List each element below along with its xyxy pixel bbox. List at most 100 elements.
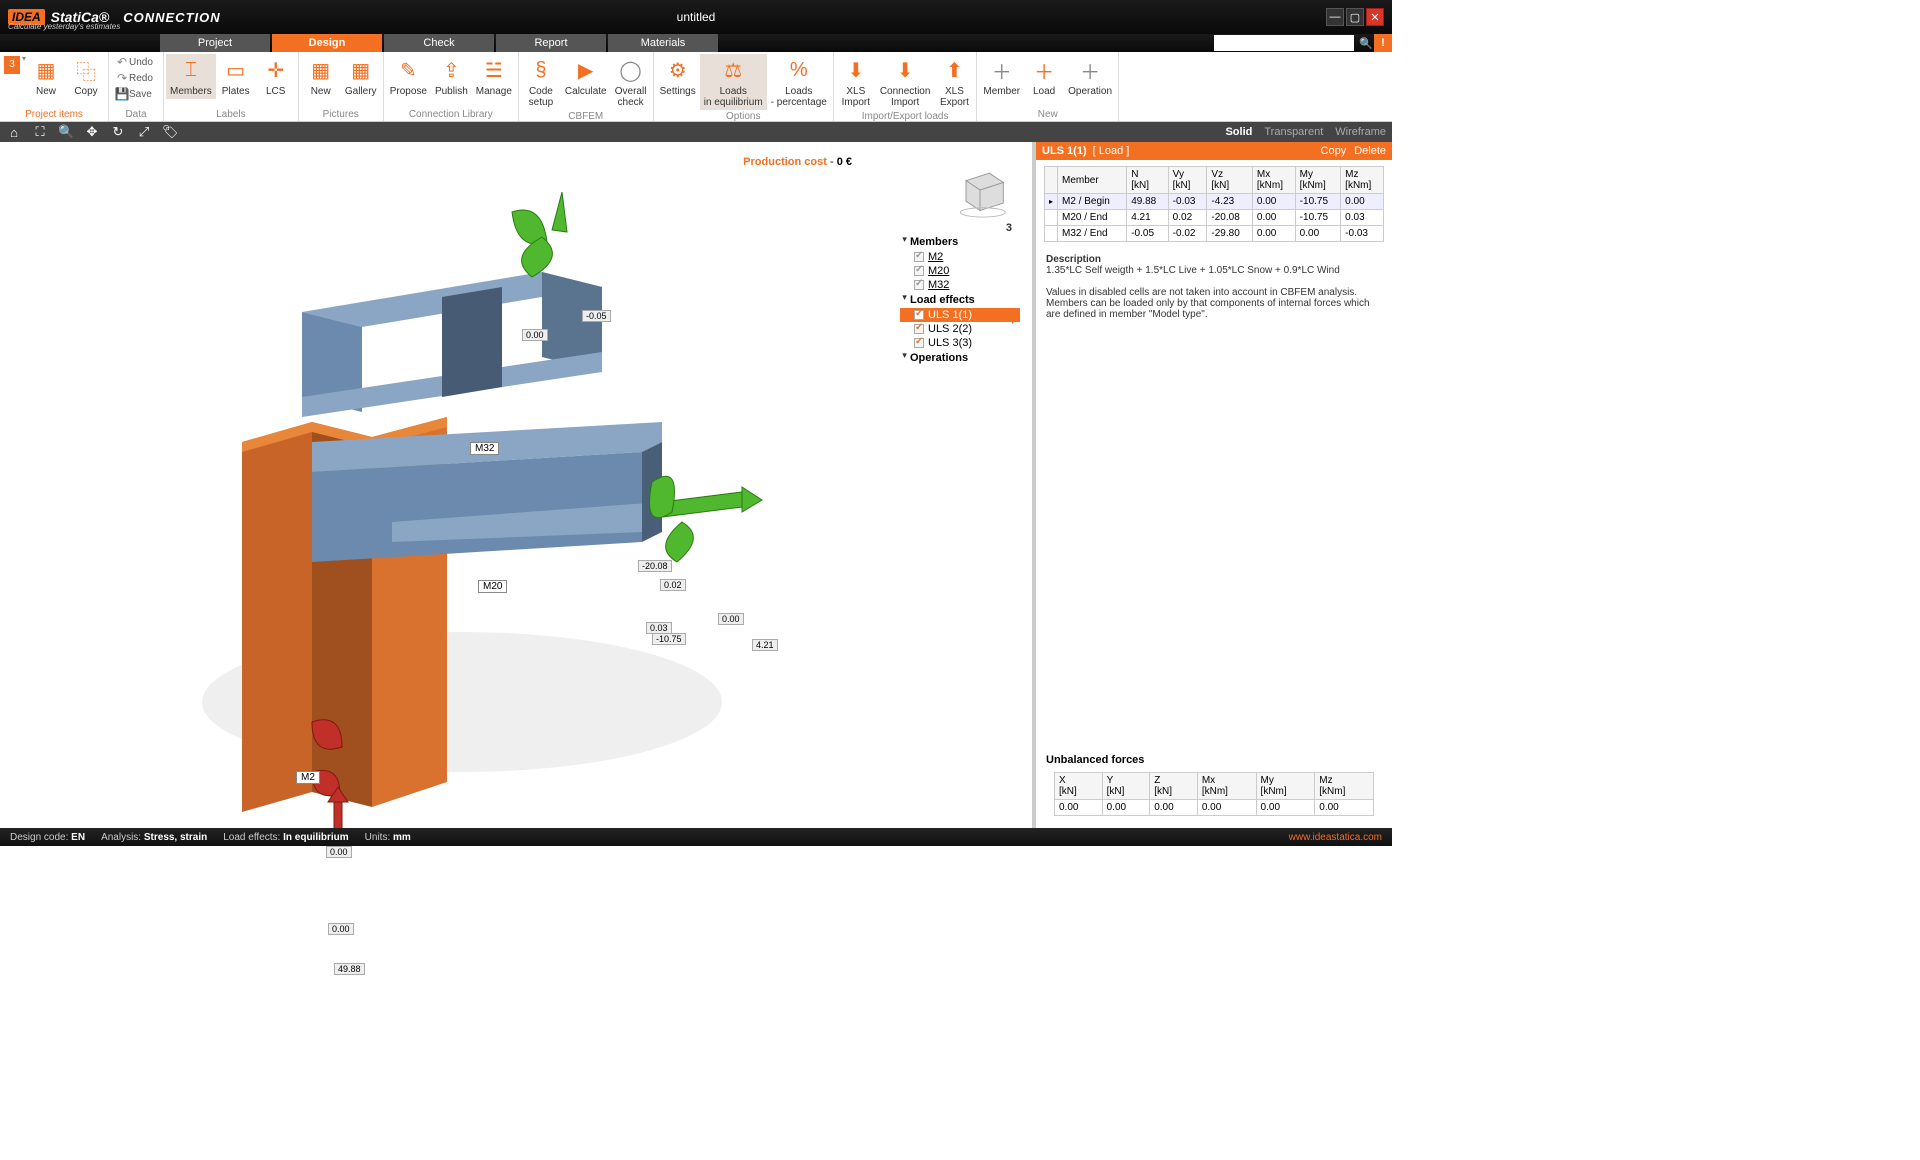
home-icon[interactable]: ⌂ — [6, 125, 22, 140]
ribbon-group-label: Project items — [2, 108, 106, 121]
project-item-badge[interactable]: 3 — [4, 56, 20, 74]
search-input[interactable] — [1214, 35, 1354, 51]
app-name: CONNECTION — [123, 10, 220, 25]
ribbon-new-button[interactable]: ▦New — [26, 54, 66, 99]
ribbon-group-label: New — [979, 108, 1116, 121]
force-label-7: 4.21 — [752, 639, 778, 651]
ribbon-overall-check-button[interactable]: ◯Overallcheck — [611, 54, 651, 110]
ribbon-redo-button[interactable]: ↷Redo — [111, 70, 161, 86]
tree-load-2[interactable]: ULS 3(3) — [900, 336, 1020, 350]
copy-button[interactable]: Copy — [1321, 145, 1347, 157]
ribbon-group-project-items: 3 ▾ ▦New⿻Copy Project items — [0, 52, 109, 121]
main-area: Production cost - 0 € 3 Members M2M20M32… — [0, 142, 1392, 828]
ribbon-operation-button[interactable]: ＋Operation — [1064, 54, 1116, 99]
tree-load-0[interactable]: ULS 1(1) — [900, 308, 1020, 322]
tree-operations-header[interactable]: Operations — [900, 350, 1020, 366]
ribbon-copy-button[interactable]: ⿻Copy — [66, 54, 106, 99]
view-mode-transparent[interactable]: Transparent — [1264, 126, 1323, 138]
ribbon-gallery-button[interactable]: ▦Gallery — [341, 54, 381, 99]
ribbon-loads---percentage-button[interactable]: %Loads- percentage — [767, 54, 831, 110]
title-bar: IDEA StatiCa® CONNECTION Calculate yeste… — [0, 0, 1392, 34]
tree-member-m2[interactable]: M2 — [900, 250, 1020, 264]
table-row[interactable]: M32 / End-0.05-0.02-29.800.000.00-0.03 — [1045, 226, 1384, 242]
website-link[interactable]: www.ideastatica.com — [1289, 832, 1382, 843]
nav-tab-project[interactable]: Project — [160, 34, 270, 52]
col-header: My[kNm] — [1295, 167, 1341, 194]
ribbon-calculate-button[interactable]: ▶Calculate — [561, 54, 611, 99]
tree-member-m20[interactable]: M20 — [900, 264, 1020, 278]
ribbon-member-button[interactable]: ＋Member — [979, 54, 1024, 99]
help-button[interactable]: ! — [1374, 34, 1392, 52]
ribbon-manage-button[interactable]: ☱Manage — [472, 54, 516, 99]
ribbon-xls-import-button[interactable]: ⬇XLSImport — [836, 54, 876, 110]
ribbon-propose-button[interactable]: ✎Propose — [386, 54, 431, 99]
col-header: N[kN] — [1127, 167, 1168, 194]
side-title: ULS 1(1) — [1042, 145, 1087, 157]
col-header: Mx[kNm] — [1197, 773, 1256, 800]
nav-tab-design[interactable]: Design — [272, 34, 382, 52]
ribbon-group-options: ⚙Settings⚖Loadsin equilibrium%Loads- per… — [654, 52, 834, 121]
col-header: Mz[kNm] — [1341, 167, 1384, 194]
ribbon-members-button[interactable]: ⌶Members — [166, 54, 216, 99]
view-toolbar: ⌂ ⛶ 🔍 ✥ ↻ ⤢ 🏷 Solid Transparent Wireframe — [0, 122, 1392, 142]
delete-button[interactable]: Delete — [1354, 145, 1386, 157]
ribbon-group-label: Pictures — [301, 108, 381, 121]
document-title: untitled — [677, 10, 716, 24]
maximize-button[interactable]: ▢ — [1346, 8, 1364, 26]
nav-tab-report[interactable]: Report — [496, 34, 606, 52]
force-label-8: 0.00 — [326, 846, 352, 858]
ribbon-xls-export-button[interactable]: ⬆XLSExport — [934, 54, 974, 110]
force-label-4: 0.00 — [718, 613, 744, 625]
zoom-window-icon[interactable]: ⛶ — [32, 124, 48, 140]
scene-tree: 3 Members M2M20M32 Load effects ULS 1(1)… — [900, 222, 1020, 366]
fullscreen-icon[interactable]: ⤢ — [136, 124, 152, 140]
ribbon-group-labels: ⌶Members▭Plates✛LCS Labels — [164, 52, 299, 121]
ribbon-save-button[interactable]: 💾Save — [111, 86, 161, 102]
table-row[interactable]: M20 / End4.210.02-20.080.00-10.750.03 — [1045, 210, 1384, 226]
ribbon-publish-button[interactable]: ⇪Publish — [431, 54, 472, 99]
table-row[interactable]: ▸M2 / Begin49.88-0.03-4.230.00-10.750.00 — [1045, 194, 1384, 210]
ribbon-group-label: Import/Export loads — [836, 110, 975, 123]
force-label-3: 0.02 — [660, 579, 686, 591]
tree-loads-header[interactable]: Load effects — [900, 292, 1020, 308]
ribbon-lcs-button[interactable]: ✛LCS — [256, 54, 296, 99]
side-subtitle: [ Load ] — [1093, 145, 1130, 157]
view-cube[interactable] — [952, 162, 1008, 218]
ribbon-settings-button[interactable]: ⚙Settings — [656, 54, 700, 99]
ribbon-group-new: ＋Member＋Load＋Operation New — [977, 52, 1119, 121]
col-header: Mx[kNm] — [1252, 167, 1295, 194]
production-cost: Production cost - 0 € — [743, 156, 852, 168]
ribbon-group-label: Labels — [166, 108, 296, 121]
3d-scene[interactable]: Production cost - 0 € 3 Members M2M20M32… — [0, 142, 1032, 828]
ribbon-loads-in-equilibrium-button[interactable]: ⚖Loadsin equilibrium — [700, 54, 767, 110]
pan-icon[interactable]: ✥ — [84, 124, 100, 140]
zoom-icon[interactable]: 🔍 — [58, 124, 74, 140]
rotate-icon[interactable]: ↻ — [110, 124, 126, 140]
col-header: Y[kN] — [1102, 773, 1150, 800]
search-icon[interactable]: 🔍 — [1358, 34, 1374, 52]
nav-tab-check[interactable]: Check — [384, 34, 494, 52]
tree-load-1[interactable]: ULS 2(2) — [900, 322, 1020, 336]
ribbon-new-button[interactable]: ▦New — [301, 54, 341, 99]
nav-tab-materials[interactable]: Materials — [608, 34, 718, 52]
ribbon-group-label: CBFEM — [521, 110, 651, 123]
minimize-button[interactable]: — — [1326, 8, 1344, 26]
view-mode-solid[interactable]: Solid — [1225, 126, 1252, 138]
tag-icon[interactable]: 🏷 — [162, 124, 178, 140]
table-row: 0.000.000.000.000.000.00 — [1055, 800, 1374, 816]
close-button[interactable]: ✕ — [1366, 8, 1384, 26]
ribbon-group-label: Options — [656, 110, 831, 123]
ribbon-plates-button[interactable]: ▭Plates — [216, 54, 256, 99]
ribbon-load-button[interactable]: ＋Load — [1024, 54, 1064, 99]
beam-label-m20: M20 — [478, 580, 507, 593]
force-label-1: 0.00 — [522, 329, 548, 341]
ribbon-code-setup-button[interactable]: §Codesetup — [521, 54, 561, 110]
view-mode-wireframe[interactable]: Wireframe — [1335, 126, 1386, 138]
tree-members-header[interactable]: Members — [900, 234, 1020, 250]
tree-member-m32[interactable]: M32 — [900, 278, 1020, 292]
force-label-9: 0.00 — [328, 923, 354, 935]
ribbon-undo-button[interactable]: ↶Undo — [111, 54, 161, 70]
force-label-0: -0.05 — [582, 310, 611, 322]
node-index: 3 — [900, 222, 1020, 234]
ribbon-connection-import-button[interactable]: ⬇ConnectionImport — [876, 54, 935, 110]
